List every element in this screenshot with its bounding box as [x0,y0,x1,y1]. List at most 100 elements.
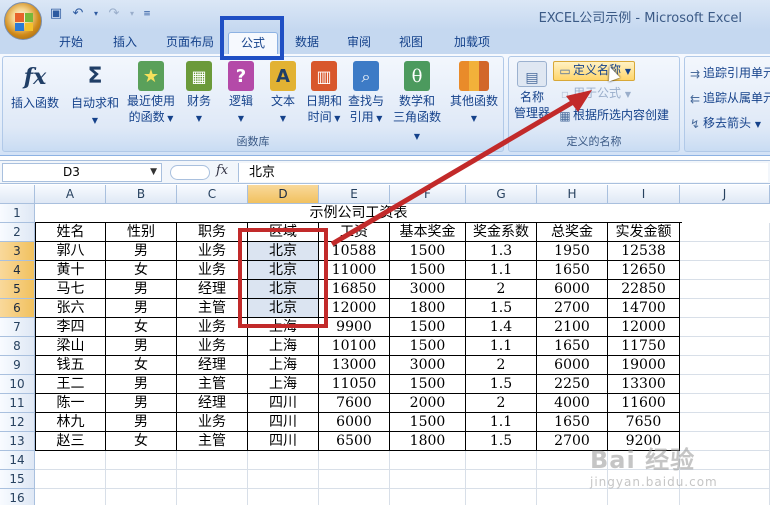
header-cell[interactable]: 基本奖金 [390,223,466,242]
grid-cell[interactable] [466,489,537,505]
row-header-2[interactable]: 2 [0,223,35,242]
data-cell[interactable]: 1.5 [466,432,537,451]
row-header-10[interactable]: 10 [0,375,35,394]
data-cell[interactable]: 女 [106,356,177,375]
data-cell[interactable]: 1.1 [466,413,537,432]
data-cell[interactable]: 1800 [390,432,466,451]
data-cell[interactable]: 林九 [35,413,106,432]
data-cell[interactable]: 1650 [537,261,608,280]
formula-bar-splitter-icon[interactable] [170,165,210,180]
row-header-6[interactable]: 6 [0,299,35,318]
grid-cell[interactable] [680,299,770,318]
data-cell[interactable]: 女 [106,318,177,337]
lookup-button[interactable]: ⌕ 查找与 引用 ▼ [345,61,387,127]
data-cell[interactable]: 赵三 [35,432,106,451]
data-cell[interactable]: 主管 [177,375,248,394]
data-cell[interactable]: 11000 [319,261,390,280]
row-header-3[interactable]: 3 [0,242,35,261]
row-header-1[interactable]: 1 [0,204,35,223]
grid-cell[interactable] [35,470,106,489]
data-cell[interactable]: 经理 [177,394,248,413]
grid-cell[interactable] [177,451,248,470]
header-cell[interactable]: 区域 [248,223,319,242]
grid-cell[interactable] [680,337,770,356]
data-cell[interactable]: 主管 [177,299,248,318]
column-header-f[interactable]: F [390,185,466,204]
data-cell[interactable]: 男 [106,299,177,318]
header-cell[interactable]: 奖金系数 [466,223,537,242]
data-cell[interactable]: 业务 [177,413,248,432]
data-cell[interactable]: 梁山 [35,337,106,356]
data-cell[interactable]: 6000 [537,356,608,375]
tab-home[interactable]: 开始 [50,32,92,54]
data-cell[interactable]: 2 [466,280,537,299]
row-header-13[interactable]: 13 [0,432,35,451]
data-cell[interactable]: 王二 [35,375,106,394]
data-cell[interactable]: 13300 [608,375,680,394]
data-cell[interactable]: 黄十 [35,261,106,280]
header-cell[interactable]: 实发金额 [608,223,680,242]
grid-cell[interactable] [390,470,466,489]
grid-cell[interactable] [466,451,537,470]
data-cell[interactable]: 16850 [319,280,390,299]
grid-cell[interactable] [680,261,770,280]
data-cell[interactable]: 1650 [537,337,608,356]
data-cell[interactable]: 北京 [248,261,319,280]
grid-cell[interactable] [466,470,537,489]
tab-view[interactable]: 视图 [390,32,432,54]
create-from-selection-button[interactable]: ▦ 根据所选内容创建 [557,107,669,123]
data-cell[interactable]: 张六 [35,299,106,318]
grid-cell[interactable] [680,223,770,242]
column-header-i[interactable]: I [608,185,680,204]
row-header-15[interactable]: 15 [0,470,35,489]
data-cell[interactable]: 马七 [35,280,106,299]
trace-precedents-button[interactable]: ⇉ 追踪引用单元 [687,65,770,81]
trace-dependents-button[interactable]: ⇇ 追踪从属单元 [687,90,770,106]
data-cell[interactable]: 1.3 [466,242,537,261]
row-header-5[interactable]: 5 [0,280,35,299]
data-cell[interactable]: 1500 [390,318,466,337]
insert-function-fx-icon[interactable]: fx [216,163,228,178]
row-header-9[interactable]: 9 [0,356,35,375]
data-cell[interactable]: 10588 [319,242,390,261]
redo-icon[interactable]: ↷ [106,6,122,22]
column-header-j[interactable]: J [680,185,770,204]
header-cell[interactable]: 姓名 [35,223,106,242]
data-cell[interactable]: 19000 [608,356,680,375]
data-cell[interactable]: 男 [106,413,177,432]
recently-used-button[interactable]: ★ 最近使用 的函数 ▼ [123,61,179,127]
formula-input[interactable]: 北京 [238,163,768,182]
data-cell[interactable]: 2000 [390,394,466,413]
customize-qat-icon[interactable]: ≡ [142,6,152,22]
column-header-e[interactable]: E [319,185,390,204]
data-cell[interactable]: 7650 [608,413,680,432]
tab-addins[interactable]: 加载项 [444,32,500,54]
data-cell[interactable]: 13000 [319,356,390,375]
grid-cell[interactable] [177,489,248,505]
grid-cell[interactable] [35,451,106,470]
data-cell[interactable]: 2100 [537,318,608,337]
header-cell[interactable]: 总奖金 [537,223,608,242]
data-cell[interactable]: 业务 [177,337,248,356]
data-cell[interactable]: 上海 [248,318,319,337]
column-header-d[interactable]: D [248,185,319,204]
data-cell[interactable]: 1.1 [466,261,537,280]
define-name-button[interactable]: ▭ 定义名称 ▼ [553,61,635,81]
data-cell[interactable]: 业务 [177,261,248,280]
financial-button[interactable]: ▦ 财务 ▼ [179,61,219,127]
data-cell[interactable]: 6000 [319,413,390,432]
data-cell[interactable]: 1800 [390,299,466,318]
data-cell[interactable]: 北京 [248,280,319,299]
data-cell[interactable]: 6500 [319,432,390,451]
data-cell[interactable]: 四川 [248,413,319,432]
data-cell[interactable]: 北京 [248,242,319,261]
grid-cell[interactable] [680,318,770,337]
tab-page-layout[interactable]: 页面布局 [158,32,222,54]
data-cell[interactable]: 四川 [248,394,319,413]
column-header-h[interactable]: H [537,185,608,204]
data-cell[interactable]: 业务 [177,318,248,337]
grid-cell[interactable] [106,451,177,470]
data-cell[interactable]: 女 [106,432,177,451]
data-cell[interactable]: 郭八 [35,242,106,261]
grid-cell[interactable] [248,470,319,489]
